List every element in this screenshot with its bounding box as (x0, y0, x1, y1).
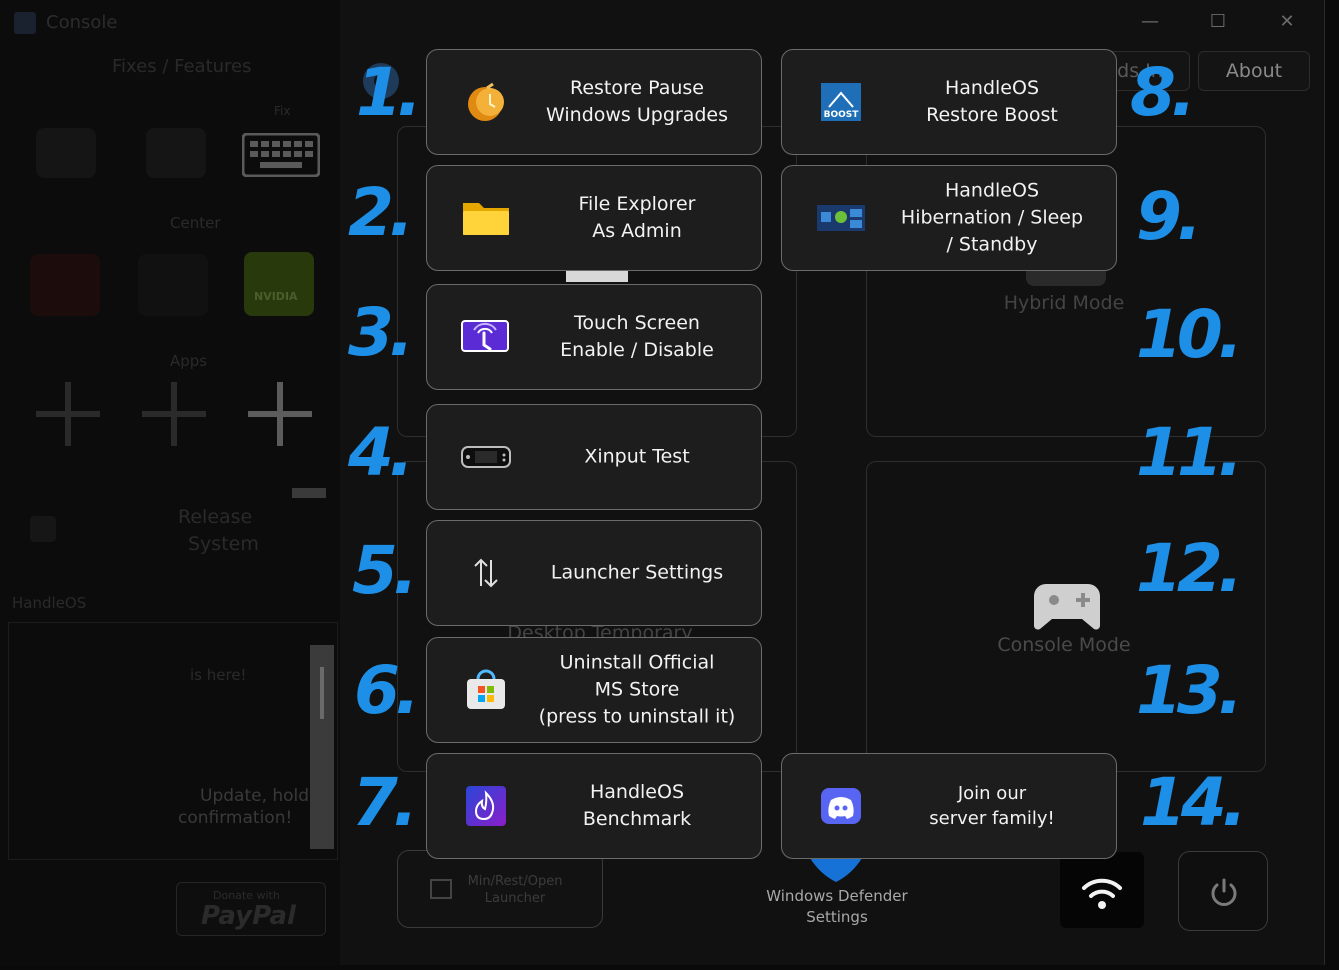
uninstall-store-label: Uninstall Official MS Store (press to un… (538, 651, 736, 728)
minimize-button[interactable]: — (1130, 8, 1170, 36)
step-number-13: 13. (1136, 652, 1243, 729)
power-states-icon (812, 195, 870, 241)
uninstall-ms-store-button[interactable]: Uninstall Official MS Store (press to un… (426, 637, 762, 743)
step-number-11: 11. (1136, 414, 1243, 491)
timer-pause-icon (457, 79, 515, 125)
discord-label: Join our server family! (929, 783, 1055, 829)
min-rest-open-button[interactable]: Min/Rest/Open Launcher (397, 850, 603, 928)
news-scrollbar[interactable] (310, 645, 334, 849)
touch-screen-icon (457, 314, 515, 360)
boost-icon-text: BOOST (824, 110, 860, 120)
release-text: Release (178, 506, 253, 528)
tile-middle[interactable] (138, 254, 208, 316)
window-icon (430, 879, 452, 899)
handleos-section-label: HandleOS (12, 594, 87, 612)
fix-tile-2[interactable] (146, 128, 206, 178)
file-explorer-admin-button[interactable]: File Explorer As Admin (426, 165, 762, 271)
about-button[interactable]: About (1198, 51, 1310, 91)
ms-store-icon (457, 667, 515, 713)
discord-join-button[interactable]: Join our server family! (781, 753, 1117, 859)
maximize-button[interactable]: ☐ (1198, 8, 1238, 36)
wifi-icon (1082, 878, 1122, 909)
add-app-icon-1[interactable] (36, 382, 100, 446)
nvidia-label: NVIDIA (254, 290, 298, 303)
desktop-mode-icon (566, 270, 628, 282)
step-number-14: 14. (1140, 764, 1247, 841)
hibernation-label: HandleOS Hibernation / Sleep / Standby (900, 179, 1084, 256)
handheld-console-icon (457, 434, 515, 480)
power-icon (1211, 878, 1237, 906)
features-header: Fixes / Features (112, 56, 252, 77)
discord-icon (812, 783, 870, 829)
system-text: System (188, 533, 259, 555)
handleos-benchmark-button[interactable]: HandleOS Benchmark (426, 753, 762, 859)
fix-tile-1[interactable] (36, 128, 96, 178)
add-app-icon-2[interactable] (142, 382, 206, 446)
file-explorer-label: File Explorer As Admin (578, 193, 696, 242)
launcher-settings-label: Launcher Settings (550, 561, 724, 584)
paypal-donate-button[interactable]: Donate with PayPal (176, 882, 326, 936)
paypal-logo-text: PayPal (201, 901, 296, 931)
fix-label: Fix (274, 104, 291, 118)
xinput-test-label: Xinput Test (584, 445, 690, 468)
step-number-1: 1. (356, 54, 422, 131)
step-number-12: 12. (1136, 530, 1243, 607)
step-number-6: 6. (354, 652, 420, 729)
power-button[interactable] (1178, 851, 1268, 931)
step-number-5: 5. (352, 532, 418, 609)
min-rest-open-label: Min/Rest/Open Launcher (467, 874, 563, 906)
launcher-settings-button[interactable]: Launcher Settings (426, 520, 762, 626)
battery-icon (292, 488, 326, 498)
console-mode-label: Console Mode (997, 634, 1131, 656)
wifi-button[interactable] (1060, 852, 1144, 928)
step-number-2: 2. (348, 174, 414, 251)
apps-header: Apps (170, 352, 208, 370)
nvidia-tile[interactable]: NVIDIA (244, 252, 314, 316)
step-number-4: 4. (348, 414, 414, 491)
news-here-text: is here! (190, 666, 247, 684)
left-panel: Console Fixes / Features Fix Center NVID… (0, 0, 340, 965)
amd-tile[interactable] (30, 254, 100, 316)
about-label: About (1225, 60, 1283, 82)
xinput-test-button[interactable]: Xinput Test (426, 404, 762, 510)
step-number-7: 7. (352, 764, 418, 841)
flame-icon (457, 783, 515, 829)
restore-boost-button[interactable]: BOOST HandleOS Restore Boost (781, 49, 1117, 155)
restore-boost-label: HandleOS Restore Boost (926, 77, 1058, 126)
center-label: Center (170, 214, 221, 232)
step-number-10: 10. (1136, 296, 1243, 373)
restore-pause-label: Restore Pause Windows Upgrades (546, 77, 728, 126)
folder-icon (457, 195, 515, 241)
hibernation-sleep-standby-button[interactable]: HandleOS Hibernation / Sleep / Standby (781, 165, 1117, 271)
boost-icon: BOOST (812, 79, 870, 125)
add-app-icon-3[interactable] (248, 382, 312, 446)
close-button[interactable]: ✕ (1267, 8, 1307, 36)
step-number-8: 8. (1130, 54, 1196, 131)
window-title: Console (46, 12, 118, 33)
confirmation-text: confirmation! (178, 808, 293, 828)
system-icon (30, 516, 56, 542)
restore-pause-upgrades-button[interactable]: Restore Pause Windows Upgrades (426, 49, 762, 155)
touch-screen-toggle-button[interactable]: Touch Screen Enable / Disable (426, 284, 762, 390)
hybrid-mode-label: Hybrid Mode (1003, 292, 1125, 314)
update-hold-text: Update, hold (200, 786, 310, 806)
benchmark-label: HandleOS Benchmark (582, 781, 692, 830)
step-number-9: 9. (1136, 178, 1202, 255)
up-down-arrows-icon (457, 550, 515, 596)
touch-screen-label: Touch Screen Enable / Disable (560, 312, 714, 361)
keyboard-icon[interactable] (242, 133, 320, 177)
windows-defender-label[interactable]: Windows Defender Settings (752, 886, 922, 928)
app-logo-icon (14, 12, 36, 34)
gamepad-icon (1034, 584, 1100, 630)
step-number-3: 3. (348, 294, 414, 371)
